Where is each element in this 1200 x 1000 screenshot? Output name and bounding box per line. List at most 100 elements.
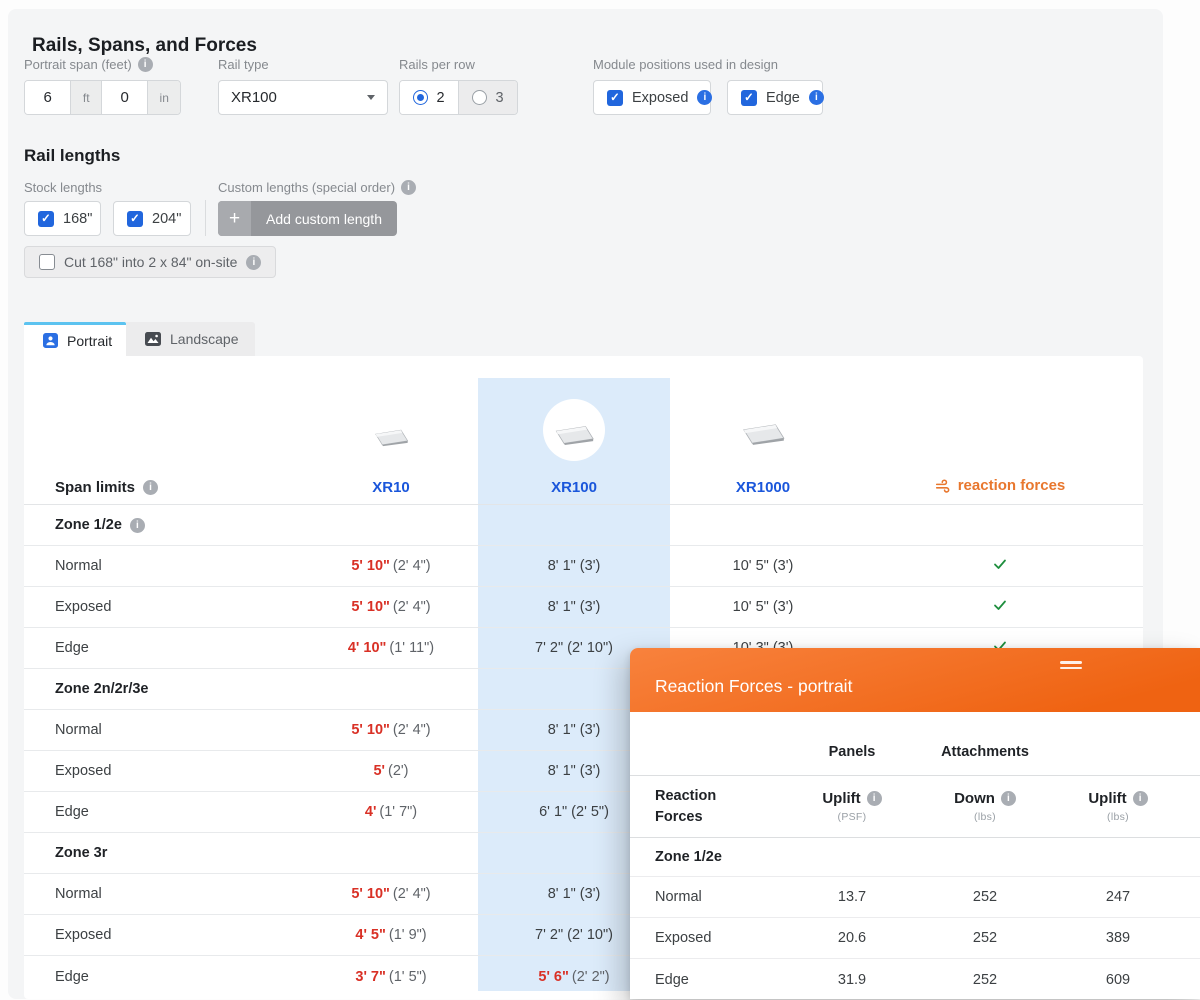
inches-field[interactable] <box>102 89 147 106</box>
cut-168-label: Cut 168" into 2 x 84" on-site <box>64 254 237 270</box>
checkbox-checked-icon <box>607 90 623 106</box>
rails-per-row-group: 2 3 <box>399 80 518 115</box>
plus-icon: + <box>218 201 251 236</box>
radio-unselected-icon <box>472 90 487 105</box>
exposed-checkbox-label: Exposed <box>632 90 688 106</box>
reaction-panel-title: Reaction Forces - portrait <box>655 676 1200 697</box>
col-uplift-psf-label: Uplift <box>822 790 860 807</box>
portrait-span-label-text: Portrait span (feet) <box>24 57 132 72</box>
section-title: Zone 3r <box>55 845 107 861</box>
panel-data-row: Exposed 20.6 252 389 <box>630 918 1200 959</box>
stock-length-168-label: 168" <box>63 211 92 227</box>
feet-unit-label: ft <box>70 81 102 114</box>
rails-per-row-option-2-label: 2 <box>436 90 444 106</box>
section-row-zone-1-2e: Zone 1/2e <box>24 505 1143 546</box>
col-down-lbs-unit: (lbs) <box>904 811 1066 823</box>
table-row: Exposed 5' 10"(2' 4") 8' 1" (3') 10' 5" … <box>24 587 1143 628</box>
tab-landscape-label: Landscape <box>170 331 239 347</box>
rails-per-row-label-text: Rails per row <box>399 57 475 72</box>
panel-data-row: Normal 13.7 252 247 <box>630 877 1200 918</box>
info-icon[interactable] <box>809 90 824 105</box>
column-header-xr1000[interactable]: XR1000 <box>736 479 790 496</box>
panel-column-header-row: Reaction Forces Uplift (PSF) Down (lbs) … <box>630 776 1200 838</box>
checkbox-checked-icon <box>741 90 757 106</box>
inches-unit-label: in <box>147 81 180 114</box>
reaction-panel-header: Reaction Forces - portrait <box>630 648 1200 712</box>
info-icon[interactable] <box>697 90 712 105</box>
portrait-span-label: Portrait span (feet) <box>24 57 153 72</box>
reaction-forces-panel: Reaction Forces - portrait Panels Attach… <box>630 648 1200 999</box>
stock-length-168-checkbox[interactable]: 168" <box>24 201 101 236</box>
info-icon[interactable] <box>1133 791 1148 806</box>
rails-per-row-option-2[interactable]: 2 <box>400 81 458 114</box>
column-header-xr10[interactable]: XR10 <box>372 479 410 496</box>
edge-checkbox-label: Edge <box>766 90 800 106</box>
cut-168-checkbox[interactable]: Cut 168" into 2 x 84" on-site <box>24 246 276 278</box>
edge-checkbox[interactable]: Edge <box>727 80 823 115</box>
checkbox-checked-icon <box>38 211 54 227</box>
add-custom-length-button[interactable]: + Add custom length <box>218 201 397 236</box>
checkbox-unchecked-icon <box>39 254 55 270</box>
rail-type-label: Rail type <box>218 57 269 72</box>
info-icon[interactable] <box>130 518 145 533</box>
custom-lengths-label: Custom lengths (special order) <box>218 180 416 195</box>
status-ok <box>856 597 1143 617</box>
info-icon[interactable] <box>1001 791 1016 806</box>
inches-field-wrap <box>102 81 147 114</box>
reaction-forces-row-header: Reaction Forces <box>630 786 745 828</box>
add-custom-length-label: Add custom length <box>251 211 397 227</box>
rail-image-xr10 <box>304 428 478 471</box>
stock-length-204-label: 204" <box>152 211 181 227</box>
rails-per-row-option-3[interactable]: 3 <box>458 81 517 114</box>
panel-group-header-row: Panels Attachments <box>630 712 1200 776</box>
table-row: Normal 5' 10"(2' 4") 8' 1" (3') 10' 5" (… <box>24 546 1143 587</box>
radio-selected-icon <box>413 90 428 105</box>
rail-type-value: XR100 <box>231 89 277 106</box>
info-icon[interactable] <box>143 480 158 495</box>
reaction-forces-link-label: reaction forces <box>958 477 1066 494</box>
rails-per-row-label: Rails per row <box>399 57 475 72</box>
portrait-icon <box>43 333 58 348</box>
group-header-panels: Panels <box>800 744 904 760</box>
stock-lengths-label: Stock lengths <box>24 180 102 195</box>
col-down-lbs-label: Down <box>954 790 995 807</box>
check-icon <box>992 556 1008 572</box>
panel-section-row: Zone 1/2e <box>630 838 1200 877</box>
stock-length-204-checkbox[interactable]: 204" <box>113 201 191 236</box>
reaction-forces-link[interactable]: reaction forces <box>934 477 1066 495</box>
section-title: Zone 2n/2r/3e <box>55 681 148 697</box>
tab-portrait[interactable]: Portrait <box>24 322 126 356</box>
check-icon <box>992 597 1008 613</box>
col-uplift-lbs-unit: (lbs) <box>1066 811 1170 823</box>
divider <box>205 200 206 236</box>
info-icon[interactable] <box>138 57 153 72</box>
feet-field[interactable] <box>25 89 70 106</box>
rail-lengths-title: Rail lengths <box>24 146 120 166</box>
tab-landscape[interactable]: Landscape <box>126 322 255 356</box>
span-limits-header-text: Span limits <box>55 479 135 496</box>
exposed-checkbox[interactable]: Exposed <box>593 80 711 115</box>
wind-icon <box>934 477 952 495</box>
landscape-icon <box>145 332 161 346</box>
checkbox-checked-icon <box>127 211 143 227</box>
page-title: Rails, Spans, and Forces <box>32 35 257 57</box>
drag-handle-icon[interactable] <box>1060 661 1082 671</box>
info-icon[interactable] <box>246 255 261 270</box>
stock-lengths-label-text: Stock lengths <box>24 180 102 195</box>
rails-per-row-option-3-label: 3 <box>495 90 503 106</box>
module-positions-label-text: Module positions used in design <box>593 57 778 72</box>
span-limits-header: Span limits <box>24 479 304 496</box>
rail-type-select[interactable]: XR100 <box>218 80 388 115</box>
group-header-attachments: Attachments <box>904 744 1066 760</box>
tab-portrait-label: Portrait <box>67 333 112 349</box>
rail-images-row <box>24 356 1143 471</box>
column-header-xr100[interactable]: XR100 <box>551 479 597 496</box>
rail-image-xr100 <box>478 423 670 471</box>
module-positions-label: Module positions used in design <box>593 57 778 72</box>
info-icon[interactable] <box>867 791 882 806</box>
panel-data-row: Edge 31.9 252 609 <box>630 959 1200 1000</box>
section-title: Zone 1/2e <box>55 517 122 533</box>
custom-lengths-label-text: Custom lengths (special order) <box>218 180 395 195</box>
rail-type-label-text: Rail type <box>218 57 269 72</box>
info-icon[interactable] <box>401 180 416 195</box>
